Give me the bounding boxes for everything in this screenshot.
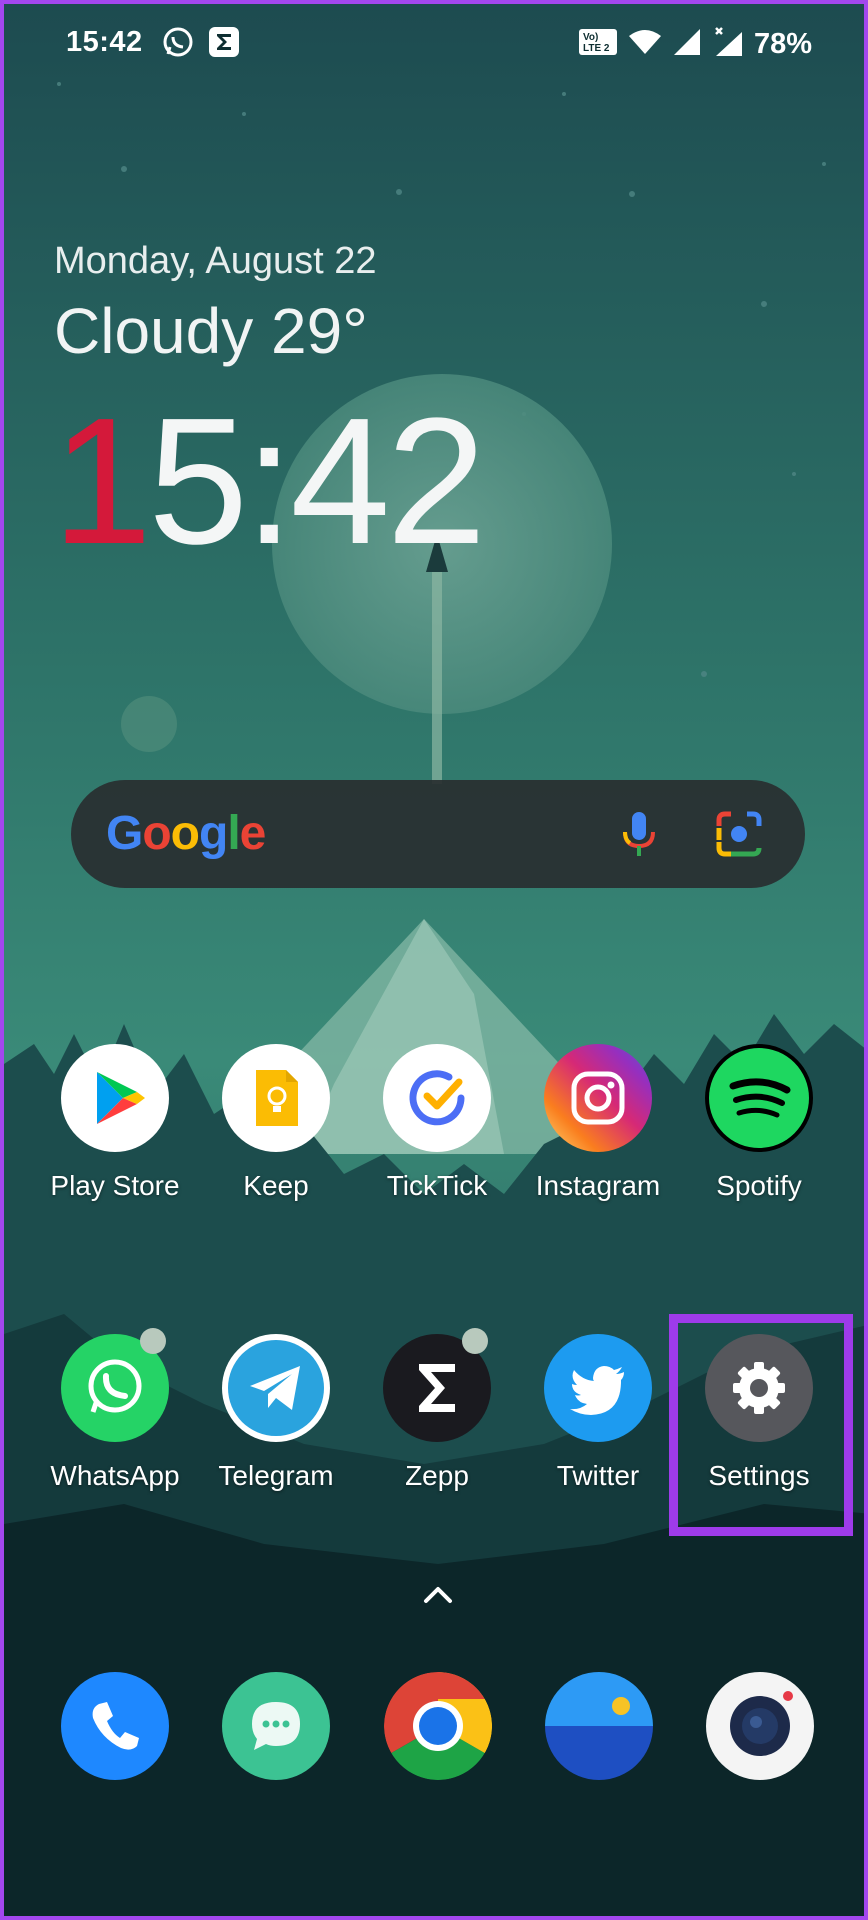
gallery-icon[interactable] — [545, 1672, 653, 1780]
volte-icon: Vo) LTE 2 — [578, 26, 618, 63]
app-label: Telegram — [218, 1460, 334, 1491]
app-zepp[interactable]: Zepp — [362, 1328, 512, 1492]
app-whatsapp[interactable]: WhatsApp — [40, 1328, 190, 1492]
settings-highlight-box — [669, 1314, 853, 1536]
play-store-icon — [61, 1044, 169, 1152]
app-label: Instagram — [535, 1170, 661, 1201]
status-time: 15:42 — [66, 26, 143, 58]
chrome-icon[interactable] — [384, 1672, 492, 1780]
app-label: TickTick — [386, 1170, 488, 1201]
signal-icon — [672, 27, 702, 62]
google-search-bar[interactable]: Google — [71, 780, 805, 888]
big-clock: 15:42 — [52, 392, 486, 572]
app-telegram[interactable]: Telegram — [201, 1334, 351, 1492]
app-play-store[interactable]: Play Store — [40, 1044, 190, 1202]
wifi-icon — [628, 28, 662, 61]
notification-dot — [462, 1328, 488, 1354]
clock-accent-digit: 1 — [52, 381, 152, 582]
app-label: Zepp — [405, 1460, 469, 1491]
google-logo: Google — [106, 807, 266, 860]
ticktick-icon — [383, 1044, 491, 1152]
whatsapp-icon — [162, 26, 194, 63]
app-label: Spotify — [716, 1170, 802, 1201]
home-screen: 15:42 Vo) LTE 2 78% Monday, August 22 Clo… — [0, 0, 868, 1920]
status-bar: 15:42 Vo) LTE 2 78% — [4, 4, 864, 84]
app-label: Twitter — [556, 1460, 640, 1491]
keep-icon — [222, 1044, 330, 1152]
svg-text:Vo): Vo) — [583, 32, 598, 43]
svg-text:LTE 2: LTE 2 — [583, 43, 610, 54]
instagram-icon — [544, 1044, 652, 1152]
signal-no-service-icon — [712, 26, 744, 63]
zepp-icon — [208, 26, 240, 63]
app-label: Keep — [243, 1170, 309, 1201]
twitter-icon — [544, 1334, 652, 1442]
date-text: Monday, August 22 — [54, 240, 377, 282]
app-ticktick[interactable]: TickTick — [362, 1044, 512, 1202]
clock-time-rest: 5:42 — [148, 381, 486, 582]
telegram-icon — [222, 1334, 330, 1442]
app-instagram[interactable]: Instagram — [523, 1044, 673, 1202]
app-twitter[interactable]: Twitter — [523, 1334, 673, 1492]
app-label: Play Store — [50, 1170, 180, 1201]
notification-dot — [140, 1328, 166, 1354]
phone-icon[interactable] — [61, 1672, 169, 1780]
weather-text: Cloudy 29° — [54, 295, 368, 367]
battery-level: 78% — [753, 28, 812, 60]
status-icons: Vo) LTE 2 78% — [578, 26, 812, 63]
google-lens-icon[interactable] — [711, 806, 767, 862]
app-label: WhatsApp — [50, 1460, 180, 1491]
spotify-icon — [705, 1044, 813, 1152]
messages-icon[interactable] — [222, 1672, 330, 1780]
app-keep[interactable]: Keep — [201, 1044, 351, 1202]
mic-icon[interactable] — [611, 806, 667, 862]
app-spotify[interactable]: Spotify — [684, 1044, 834, 1202]
camera-icon[interactable] — [706, 1672, 814, 1780]
wallpaper — [4, 4, 864, 1916]
chevron-up-icon[interactable] — [418, 1582, 458, 1606]
